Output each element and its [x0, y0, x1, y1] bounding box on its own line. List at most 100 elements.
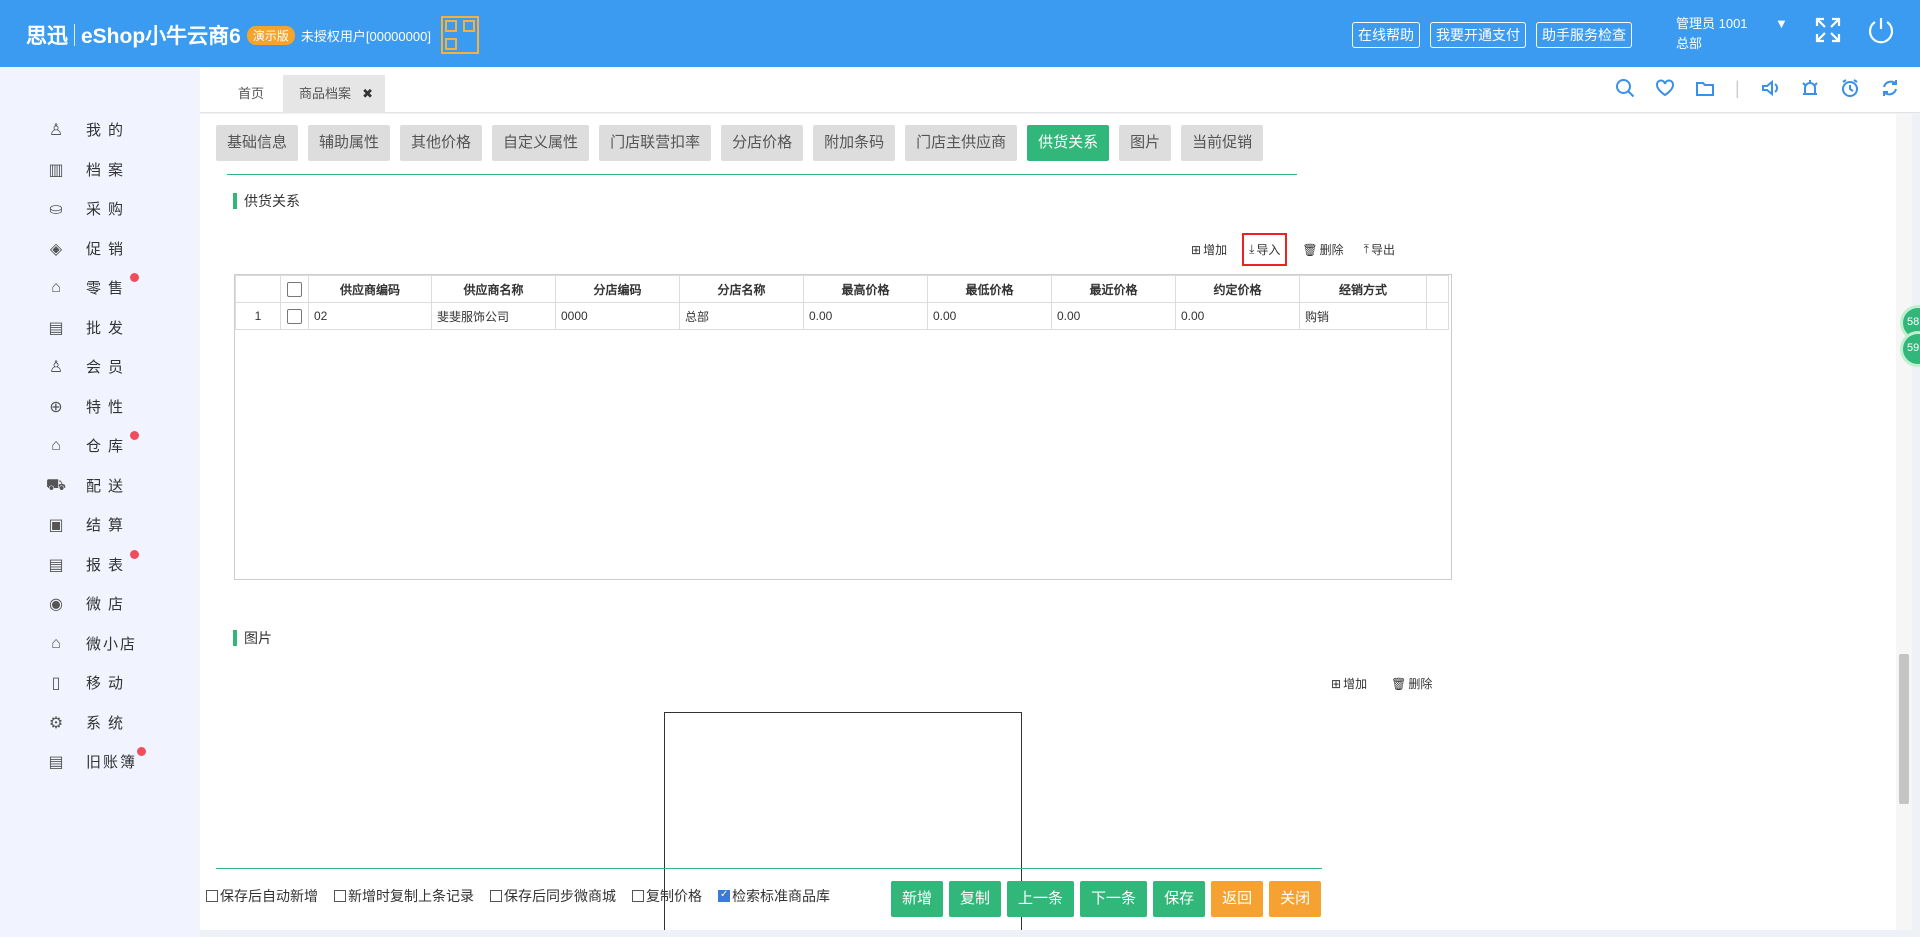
clock-icon[interactable]	[1840, 78, 1860, 104]
expand-icon[interactable]	[1814, 16, 1842, 51]
checkbox[interactable]	[490, 890, 502, 902]
subtab-supply-relation[interactable]: 供货关系	[1027, 125, 1110, 161]
heart-icon[interactable]	[1655, 78, 1675, 104]
sidebar-item-retail[interactable]: ⌂ 零售	[44, 273, 140, 298]
scrollbar-thumb[interactable]	[1899, 654, 1909, 804]
next-button[interactable]: 下一条	[1080, 881, 1148, 917]
sidebar-item-mini-shop[interactable]: ⌂ 微小店	[44, 633, 137, 654]
table-row[interactable]: 1 02 斐斐服饰公司 0000 总部 0.00 0.00 0.00 0.00 …	[235, 302, 1449, 330]
vertical-scrollbar[interactable]	[1896, 114, 1912, 930]
service-check-button[interactable]: 助手服务检查	[1536, 22, 1632, 48]
opt-copy-last-record[interactable]: 新增时复制上条记录	[334, 886, 474, 906]
brand-name: 思迅	[26, 25, 68, 48]
distribution-mode-cell[interactable]: 购销	[1299, 302, 1427, 330]
refresh-icon[interactable]	[1880, 78, 1900, 104]
power-icon[interactable]	[1866, 15, 1896, 52]
close-button[interactable]: 关闭	[1269, 881, 1322, 917]
subtab-custom-attributes[interactable]: 自定义属性	[492, 125, 590, 161]
sidebar-item-old-ledger[interactable]: ▤ 旧账簿	[44, 747, 147, 772]
supplier-name-cell[interactable]: 斐斐服饰公司	[431, 302, 556, 330]
notification-dot	[130, 273, 140, 282]
subtab-current-promotion[interactable]: 当前促销	[1181, 125, 1264, 161]
recent-price-cell[interactable]: 0.00	[1051, 302, 1176, 330]
new-button[interactable]: 新增	[891, 881, 944, 917]
image-delete-button[interactable]: 🗑 删除	[1386, 667, 1437, 700]
sidebar-item-delivery[interactable]: ⛟ 配送	[44, 475, 130, 496]
sidebar-item-mine[interactable]: ♙ 我的	[44, 119, 130, 140]
sidebar-item-warehouse[interactable]: ⌂ 仓库	[44, 431, 140, 456]
save-button[interactable]: 保存	[1153, 881, 1206, 917]
opt-copy-price[interactable]: 复制价格	[632, 886, 702, 906]
sidebar-item-feature[interactable]: ⊕ 特性	[44, 396, 130, 417]
checkbox-checked[interactable]	[718, 889, 730, 902]
subtab-store-deduction[interactable]: 门店联营扣率	[599, 125, 712, 161]
previous-button[interactable]: 上一条	[1007, 881, 1075, 917]
subtab-images[interactable]: 图片	[1119, 125, 1172, 161]
open-payment-button[interactable]: 我要开通支付	[1430, 22, 1526, 48]
column-header[interactable]: 最低价格	[927, 275, 1052, 303]
checkbox[interactable]	[206, 890, 218, 902]
supply-add-button[interactable]: ⊞ 增加	[1186, 233, 1232, 266]
subtab-extra-barcodes[interactable]: 附加条码	[813, 125, 896, 161]
column-header[interactable]: 约定价格	[1175, 275, 1300, 303]
tab-product-archive[interactable]: 商品档案 ✖	[283, 75, 385, 113]
subtab-aux-attributes[interactable]: 辅助属性	[308, 125, 391, 161]
sidebar-item-settlement[interactable]: ▣ 结算	[44, 514, 130, 535]
sidebar-item-report[interactable]: ▤ 报表	[44, 550, 140, 575]
opt-auto-new-after-save[interactable]: 保存后自动新增	[206, 886, 318, 906]
column-header[interactable]: 分店名称	[679, 275, 804, 303]
branch-name-cell[interactable]: 总部	[679, 302, 804, 330]
column-header[interactable]: 供应商编码	[308, 275, 432, 303]
sidebar-item-wechat-shop[interactable]: ◉ 微店	[44, 593, 130, 614]
sidebar-item-member[interactable]: ♙ 会员	[44, 356, 130, 377]
member-icon: ♙	[48, 358, 64, 376]
alarm-icon[interactable]	[1800, 78, 1820, 104]
settle-icon: ▣	[48, 516, 64, 534]
sidebar-item-archive[interactable]: ▥ 档案	[44, 159, 130, 180]
select-all-checkbox[interactable]	[287, 281, 302, 297]
sidebar-item-label: 配送	[86, 478, 131, 495]
sidebar-item-mobile[interactable]: ▯ 移动	[44, 672, 130, 693]
max-price-cell[interactable]: 0.00	[803, 302, 928, 330]
min-price-cell[interactable]: 0.00	[927, 302, 1052, 330]
checkbox[interactable]	[334, 890, 346, 902]
branch-code-cell[interactable]: 0000	[555, 302, 680, 330]
user-dropdown-icon[interactable]: ▼	[1775, 16, 1788, 31]
folder-icon[interactable]	[1695, 78, 1715, 104]
sidebar-item-label: 微小店	[86, 636, 138, 653]
opt-sync-wechat-mall[interactable]: 保存后同步微商城	[490, 886, 616, 906]
sidebar-item-purchase[interactable]: ⛀ 采购	[44, 198, 130, 219]
sidebar-item-label: 采购	[86, 201, 131, 218]
copy-button[interactable]: 复制	[949, 881, 1002, 917]
qr-code-icon[interactable]	[440, 16, 479, 54]
subtab-branch-prices[interactable]: 分店价格	[721, 125, 804, 161]
image-add-button[interactable]: ⊞ 增加	[1326, 667, 1372, 700]
subtab-basic-info[interactable]: 基础信息	[216, 125, 299, 161]
back-button[interactable]: 返回	[1211, 881, 1264, 917]
checkbox[interactable]	[632, 890, 644, 902]
column-header[interactable]: 经销方式	[1299, 275, 1427, 303]
search-icon[interactable]	[1615, 78, 1635, 104]
sidebar-item-system[interactable]: ⚙ 系统	[44, 712, 130, 733]
online-help-button[interactable]: 在线帮助	[1352, 22, 1420, 48]
supply-import-button[interactable]: ⤓ 导入	[1242, 233, 1288, 266]
close-tab-icon[interactable]: ✖	[362, 75, 373, 113]
subtab-other-prices[interactable]: 其他价格	[400, 125, 483, 161]
column-header[interactable]: 最高价格	[803, 275, 928, 303]
sidebar-item-wholesale[interactable]: ▤ 批发	[44, 317, 130, 338]
tab-home[interactable]: 首页	[238, 75, 264, 113]
column-header[interactable]: 供应商名称	[431, 275, 556, 303]
tool-label: 增加	[1203, 243, 1228, 257]
supply-delete-button[interactable]: 🗑 删除	[1297, 233, 1348, 266]
speaker-icon[interactable]	[1760, 78, 1780, 104]
column-header[interactable]: 分店编码	[555, 275, 680, 303]
sidebar-item-promotion[interactable]: ◈ 促销	[44, 238, 130, 259]
supplier-code-cell[interactable]: 02	[308, 302, 432, 330]
column-header[interactable]: 最近价格	[1051, 275, 1176, 303]
row-checkbox[interactable]	[287, 308, 302, 324]
subtab-main-supplier[interactable]: 门店主供应商	[905, 125, 1018, 161]
agreed-price-cell[interactable]: 0.00	[1175, 302, 1300, 330]
supply-export-button[interactable]: ⤒ 导出	[1359, 233, 1400, 266]
user-info[interactable]: 管理员 1001 总部	[1676, 14, 1748, 54]
opt-search-standard-library[interactable]: 检索标准商品库	[718, 886, 830, 906]
